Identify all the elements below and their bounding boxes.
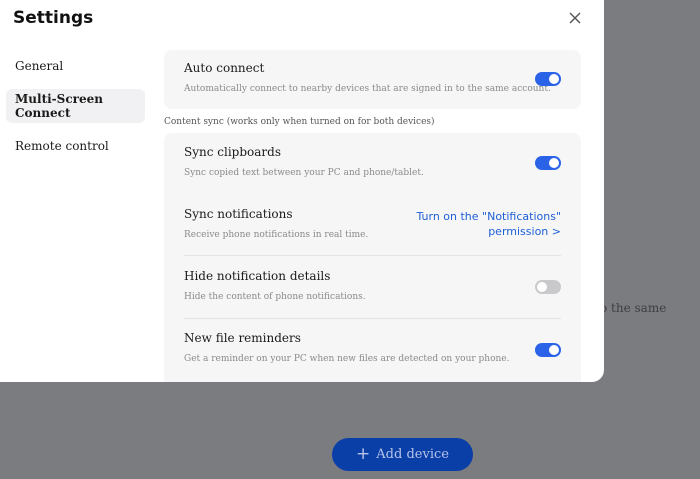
auto-connect-toggle[interactable] xyxy=(535,72,561,86)
dialog-title: Settings xyxy=(13,8,94,28)
sidebar-item-general[interactable]: General xyxy=(6,49,145,83)
toggle-knob xyxy=(549,345,559,355)
add-device-button[interactable]: + Add device xyxy=(332,438,473,471)
sync-clipboards-description: Sync copied text between your PC and pho… xyxy=(184,168,424,178)
hide-notification-details-row: Hide notification details Hide the conte… xyxy=(184,256,561,318)
settings-dialog: Settings General Multi-Screen Connect Re… xyxy=(0,0,604,382)
permission-link-line1: Turn on the "Notifications" xyxy=(416,210,561,223)
sync-clipboards-toggle[interactable] xyxy=(535,156,561,170)
new-file-reminders-toggle[interactable] xyxy=(535,343,561,357)
toggle-knob xyxy=(537,282,547,292)
permission-link-line2: permission > xyxy=(488,225,561,238)
new-file-reminders-description: Get a reminder on your PC when new files… xyxy=(184,354,510,364)
sync-clipboards-row: Sync clipboards Sync copied text between… xyxy=(184,133,561,195)
auto-connect-title: Auto connect xyxy=(184,61,265,75)
auto-connect-card: Auto connect Automatically connect to ne… xyxy=(164,50,581,109)
close-icon[interactable] xyxy=(566,9,584,27)
sync-clipboards-title: Sync clipboards xyxy=(184,145,281,159)
hide-notification-details-title: Hide notification details xyxy=(184,269,331,283)
hide-notification-details-description: Hide the content of phone notifications. xyxy=(184,292,366,302)
sync-notifications-description: Receive phone notifications in real time… xyxy=(184,230,369,240)
add-device-label: Add device xyxy=(376,447,449,462)
hide-notification-details-toggle[interactable] xyxy=(535,280,561,294)
content-sync-card: Sync clipboards Sync copied text between… xyxy=(164,133,581,382)
new-file-reminders-title: New file reminders xyxy=(184,331,301,345)
sync-notifications-row: Sync notifications Receive phone notific… xyxy=(184,195,561,255)
sidebar-item-remote-control[interactable]: Remote control xyxy=(6,129,145,163)
toggle-knob xyxy=(549,74,559,84)
new-file-reminders-row: New file reminders Get a reminder on you… xyxy=(184,319,561,381)
plus-icon: + xyxy=(356,444,371,464)
sidebar-item-multi-screen-connect[interactable]: Multi-Screen Connect xyxy=(6,89,145,123)
sync-notifications-title: Sync notifications xyxy=(184,207,293,221)
background-text: o the same xyxy=(600,301,667,315)
toggle-knob xyxy=(549,158,559,168)
content-sync-label: Content sync (works only when turned on … xyxy=(164,117,435,127)
notifications-permission-link[interactable]: Turn on the "Notifications" permission > xyxy=(401,209,561,239)
auto-connect-row: Auto connect Automatically connect to ne… xyxy=(184,50,561,109)
auto-connect-description: Automatically connect to nearby devices … xyxy=(184,84,551,94)
